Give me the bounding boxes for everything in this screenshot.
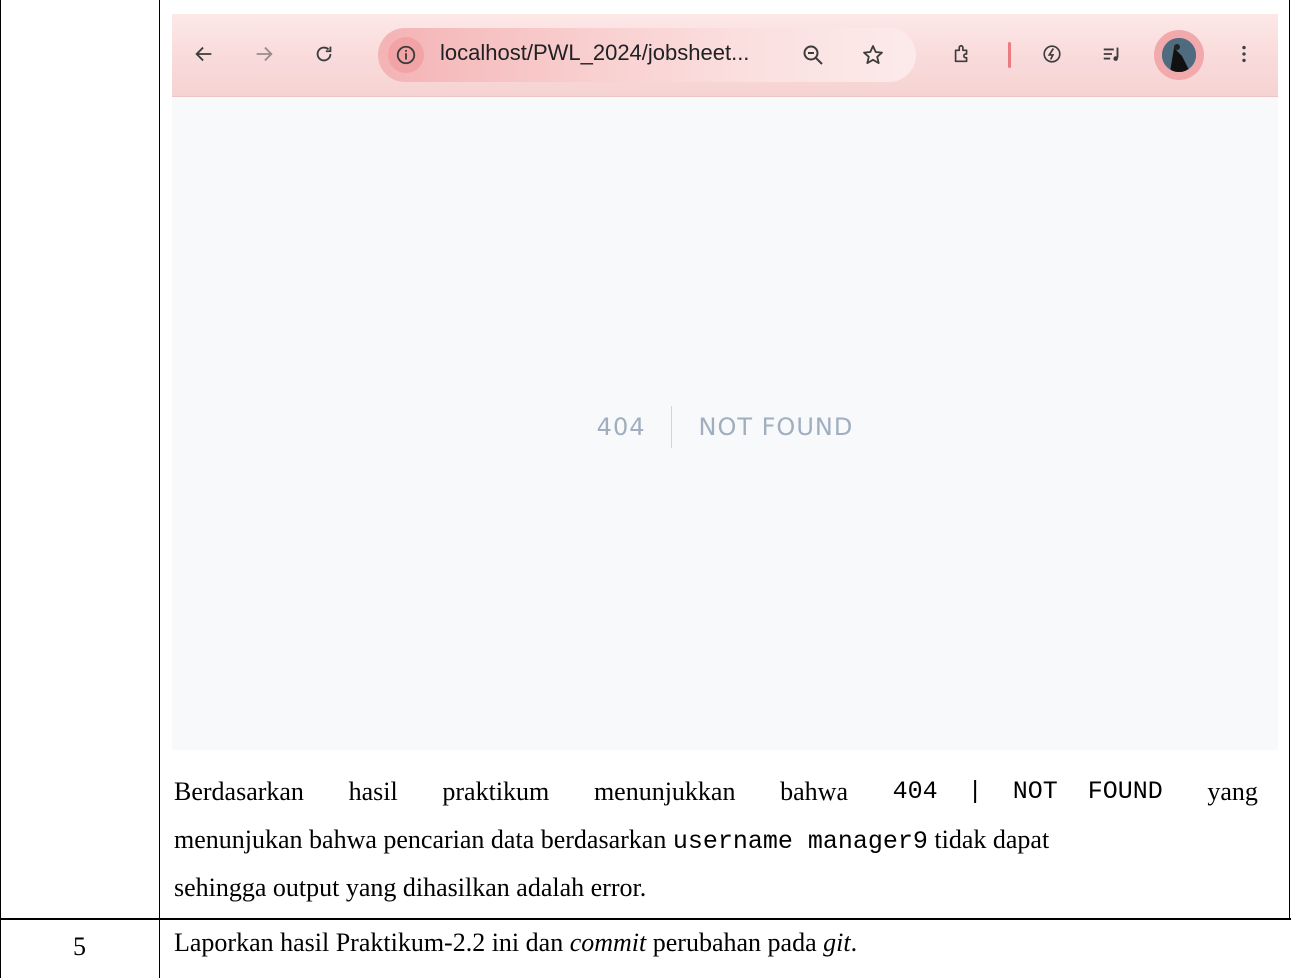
avatar[interactable] (1154, 30, 1204, 80)
profile-picture (1162, 38, 1196, 72)
leaf-icon[interactable] (1034, 36, 1070, 72)
word: praktikum (442, 777, 550, 806)
paragraph-line-2: menunjukan bahwa pencarian data berdasar… (174, 816, 1258, 864)
explanation-paragraph: Berdasarkan hasil praktikum menunjukkan … (174, 768, 1258, 912)
paragraph-line-1: Berdasarkan hasil praktikum menunjukkan … (174, 768, 1258, 816)
not-found-message: 404 NOT FOUND (172, 406, 1278, 448)
error-message: NOT FOUND (698, 413, 854, 441)
word: bahwa (780, 777, 848, 806)
forward-button[interactable] (246, 36, 282, 72)
table-column-divider (159, 0, 160, 978)
emphasis-commit: commit (569, 928, 647, 957)
info-icon[interactable] (388, 37, 424, 73)
media-icon[interactable] (1094, 36, 1130, 72)
star-icon[interactable] (860, 42, 886, 68)
word: menunjukkan (593, 777, 736, 806)
emphasis-git: git (823, 928, 851, 957)
word: yang (1207, 777, 1258, 806)
word: hasil (348, 777, 398, 806)
browser-screenshot: localhost/PWL_2024/jobsheet... 404 NOT F… (172, 14, 1278, 750)
table-border-left (0, 0, 1, 978)
reload-button[interactable] (306, 36, 342, 72)
paragraph-line-3: sehingga output yang dihasilkan adalah e… (174, 873, 647, 902)
forward-arrow-icon (256, 46, 273, 62)
toolbar-separator (1008, 42, 1011, 68)
menu-icon[interactable] (1226, 36, 1262, 72)
reload-icon (316, 46, 332, 62)
error-code: 404 (596, 413, 646, 441)
zoom-icon[interactable] (800, 42, 826, 68)
text-segment: perubahan pada (646, 928, 824, 957)
text-segment: menunjukan bahwa pencarian data berdasar… (174, 825, 673, 854)
url-text[interactable]: localhost/PWL_2024/jobsheet... (440, 40, 749, 66)
address-bar[interactable]: localhost/PWL_2024/jobsheet... (378, 28, 916, 82)
text-segment: Laporkan hasil Praktikum-2.2 ini dan (174, 928, 570, 957)
back-button[interactable] (186, 36, 222, 72)
row-number: 5 (73, 932, 86, 961)
back-arrow-icon (195, 46, 212, 62)
table-border-right (1289, 0, 1290, 920)
word: Berdasarkan (174, 777, 304, 806)
text-segment: tidak dapat (927, 825, 1050, 854)
row-instruction: Laporkan hasil Praktikum-2.2 ini dan com… (174, 928, 857, 958)
extensions-icon[interactable] (944, 36, 980, 72)
text-segment: . (850, 928, 858, 957)
inline-code: 404 | NOT FOUND (892, 777, 1163, 806)
table-row-divider (0, 918, 1291, 920)
inline-code: username manager9 (672, 827, 928, 856)
browser-toolbar: localhost/PWL_2024/jobsheet... (172, 14, 1278, 97)
